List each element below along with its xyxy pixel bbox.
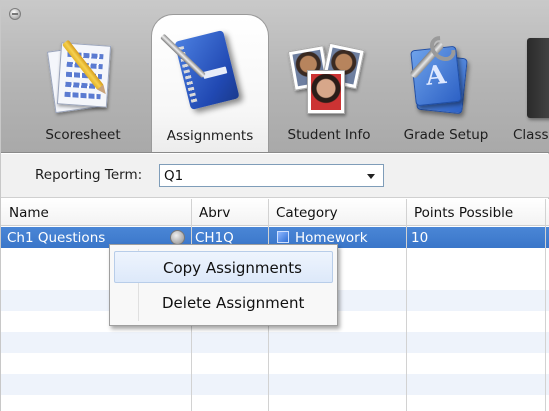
grade-setup-icon: A bbox=[405, 34, 475, 115]
class-icon bbox=[527, 38, 549, 118]
tab-class-label: Class bbox=[513, 127, 549, 143]
menu-item-copy-assignments[interactable]: Copy Assignments bbox=[114, 251, 333, 283]
tab-scoresheet-label: Scoresheet bbox=[45, 127, 121, 143]
tab-scoresheet[interactable]: Scoresheet bbox=[27, 14, 139, 152]
column-header-abrv[interactable]: Abrv bbox=[199, 205, 230, 221]
tab-class[interactable]: Class bbox=[507, 14, 549, 152]
app-window: Scoresheet Assignments Student Info A Gr… bbox=[0, 0, 549, 411]
toolbar: Scoresheet Assignments Student Info A Gr… bbox=[1, 0, 549, 153]
menu-item-delete-assignment[interactable]: Delete Assignment bbox=[114, 287, 333, 319]
reporting-term-label: Reporting Term: bbox=[35, 167, 143, 183]
column-header-category[interactable]: Category bbox=[276, 205, 338, 221]
table-header: Name Abrv Category Points Possible bbox=[1, 199, 549, 226]
assignments-icon bbox=[160, 29, 240, 111]
student-info-icon bbox=[287, 42, 367, 116]
reporting-term-value: Q1 bbox=[164, 168, 184, 184]
scoresheet-icon bbox=[46, 39, 113, 114]
column-header-name[interactable]: Name bbox=[9, 205, 49, 221]
table-row[interactable] bbox=[1, 332, 549, 353]
context-menu: Copy Assignments Delete Assignment bbox=[109, 244, 338, 326]
reporting-term-select[interactable]: Q1 bbox=[159, 164, 384, 187]
tab-student-info-label: Student Info bbox=[287, 127, 371, 143]
tab-grade-setup-label: Grade Setup bbox=[403, 127, 489, 143]
chevron-down-icon[interactable] bbox=[367, 174, 375, 179]
edit-icon[interactable] bbox=[170, 230, 185, 245]
tab-assignments[interactable]: Assignments bbox=[151, 14, 269, 152]
cell-points: 10 bbox=[411, 230, 429, 246]
tab-assignments-label: Assignments bbox=[166, 128, 254, 144]
tab-student-info[interactable]: Student Info bbox=[273, 14, 385, 152]
reporting-term-bar: Reporting Term: Q1 bbox=[1, 154, 549, 198]
cell-name: Ch1 Questions bbox=[7, 230, 106, 246]
tab-grade-setup[interactable]: A Grade Setup bbox=[389, 14, 503, 152]
column-header-points-possible[interactable]: Points Possible bbox=[414, 205, 513, 221]
window-menu-button[interactable] bbox=[9, 8, 21, 20]
homework-icon bbox=[277, 231, 289, 243]
table-row[interactable] bbox=[1, 374, 549, 395]
